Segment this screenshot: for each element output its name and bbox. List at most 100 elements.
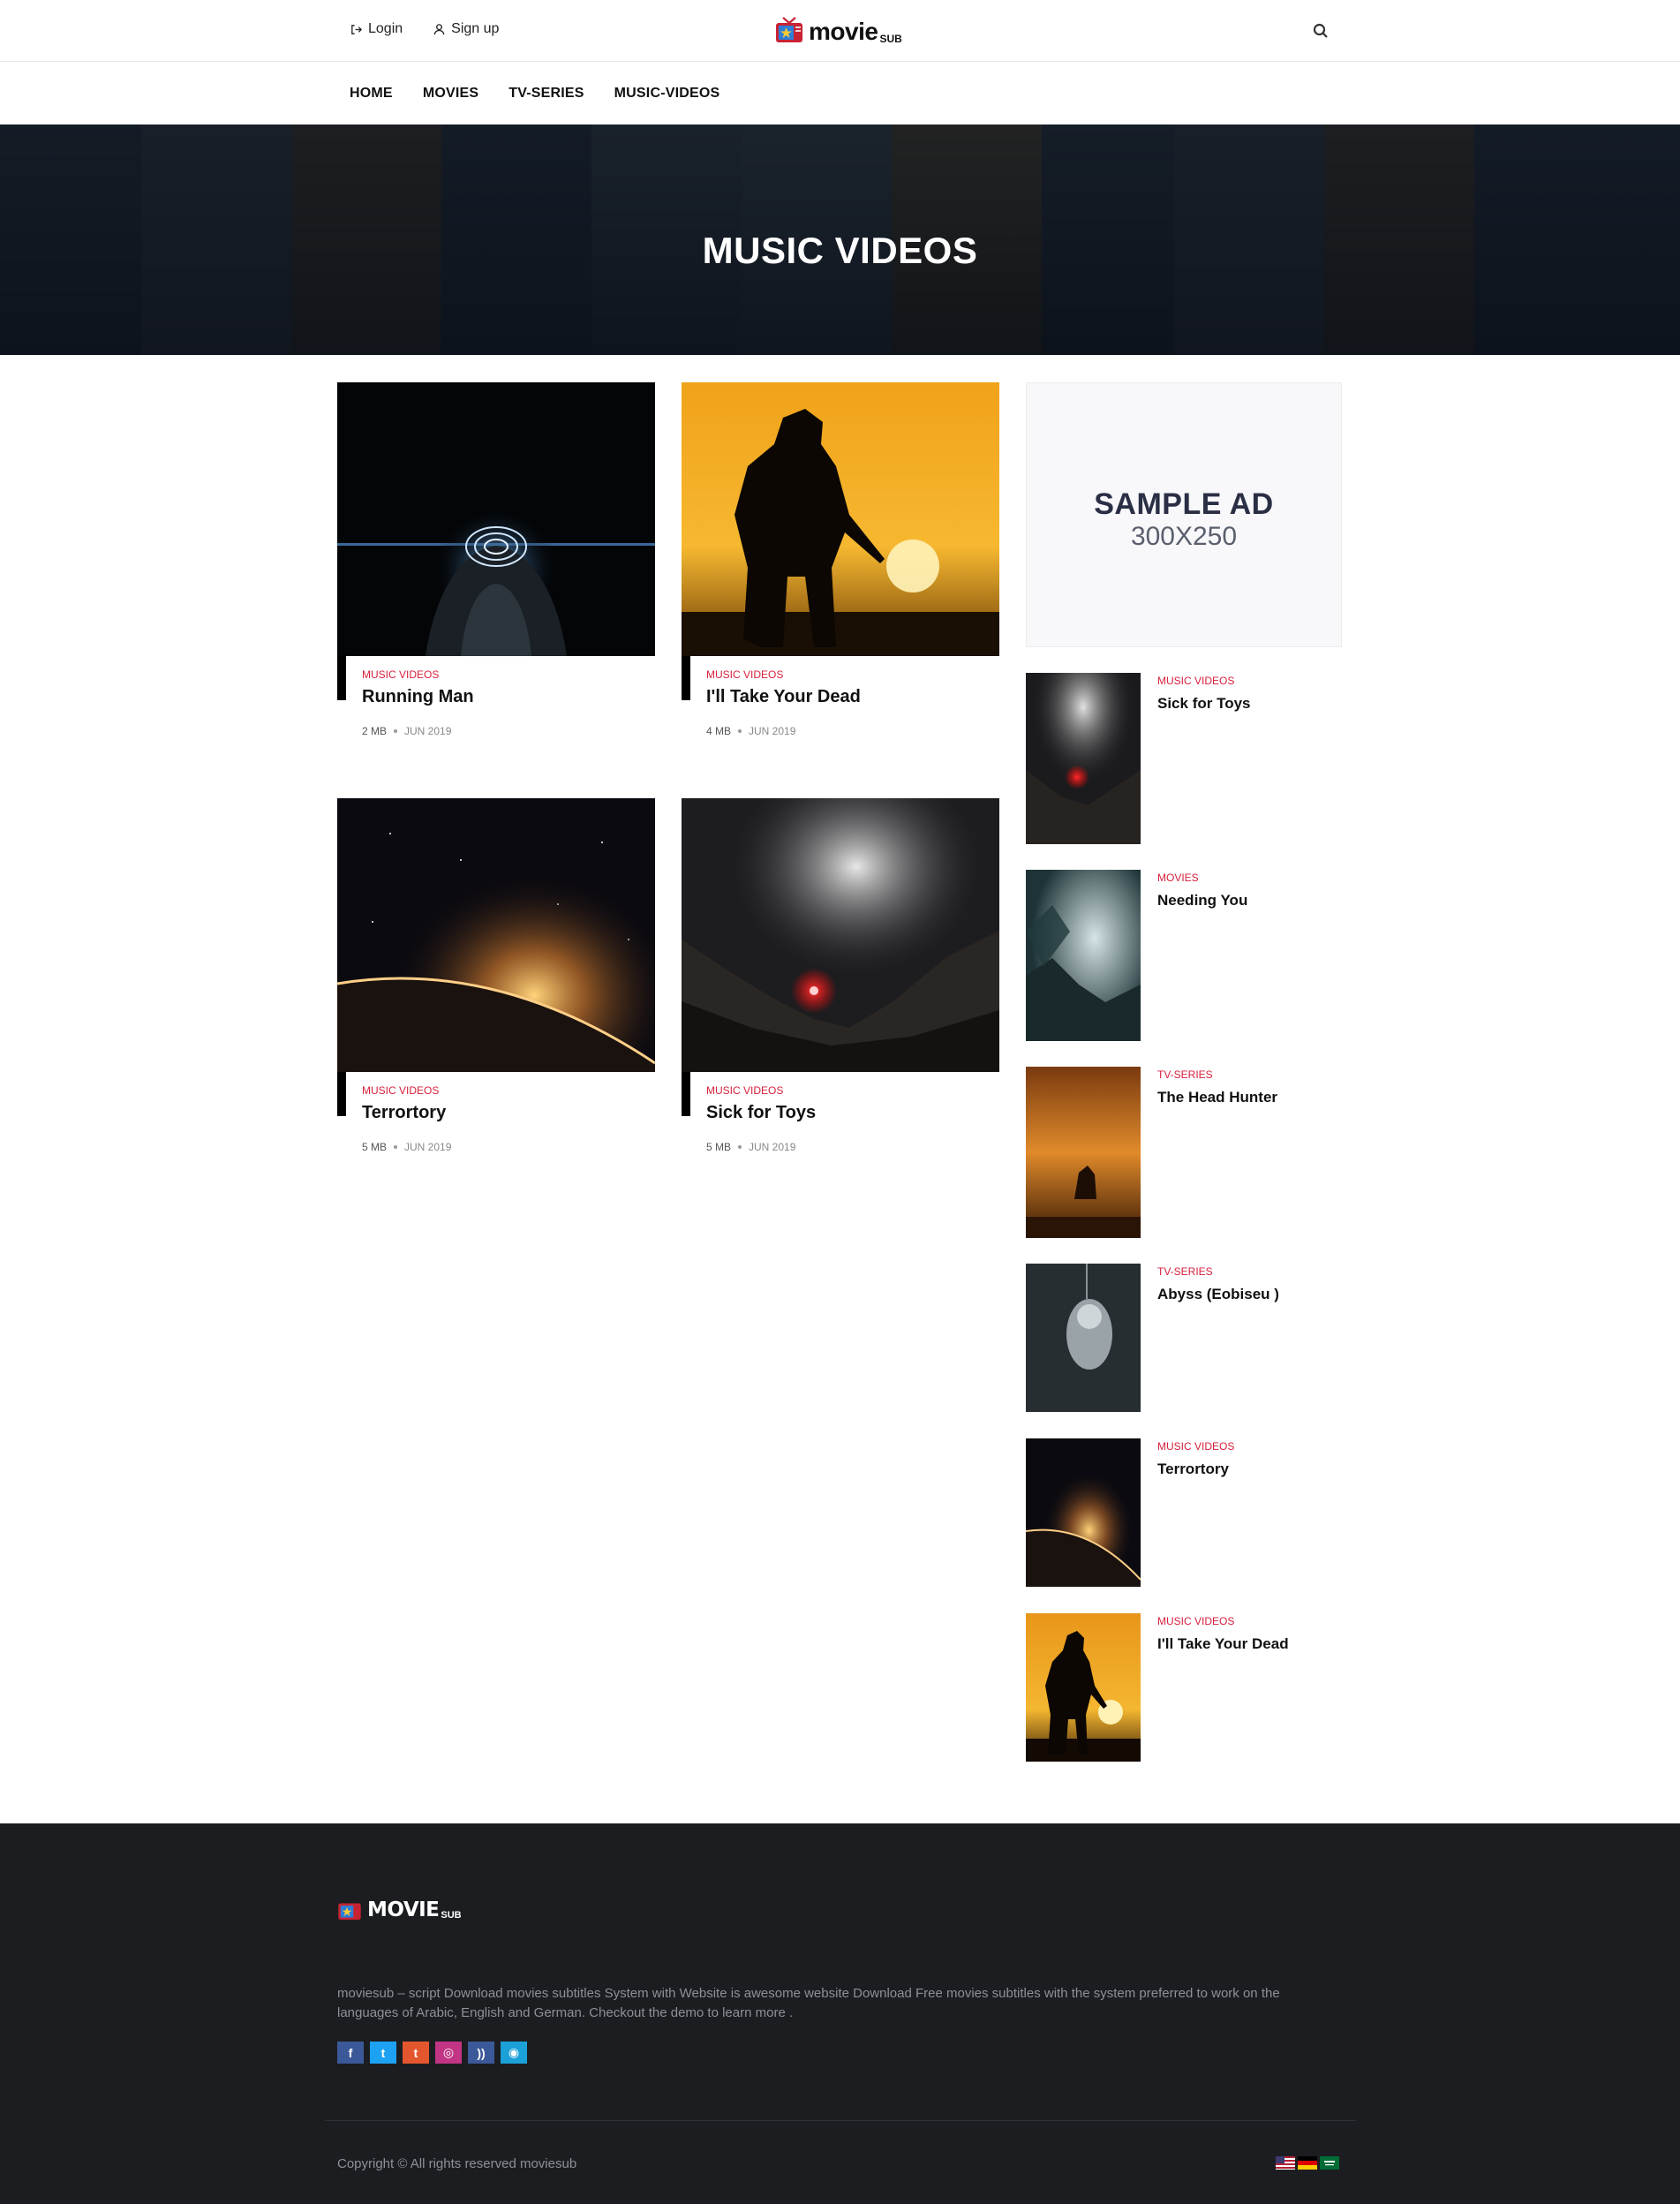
sidebar-title[interactable]: Needing You [1157, 892, 1247, 910]
sidebar-category[interactable]: MOVIES [1157, 872, 1199, 884]
site-footer: MOVIE SUB moviesub – script Download mov… [0, 1823, 1680, 2204]
sample-ad[interactable]: SAMPLE AD 300X250 [1026, 382, 1342, 647]
nav-item-music-videos[interactable]: MUSIC-VIDEOS [614, 86, 720, 102]
sidebar-category[interactable]: MUSIC VIDEOS [1157, 1440, 1234, 1453]
search-icon[interactable] [1312, 22, 1330, 40]
login-link[interactable]: Login [350, 21, 403, 37]
card-category[interactable]: MUSIC VIDEOS [706, 668, 783, 681]
top-bar: Login Sign up movie SUB [0, 0, 1680, 62]
video-card[interactable]: MUSIC VIDEOS Sick for Toys 5 MB JUN 2019 [682, 798, 999, 1153]
sidebar-thumbnail[interactable] [1026, 1438, 1141, 1587]
nav-item-home[interactable]: HOME [350, 86, 393, 102]
instagram-icon[interactable]: ◎ [435, 2042, 462, 2064]
card-meta: 5 MB JUN 2019 [362, 1141, 451, 1153]
card-thumbnail[interactable] [337, 798, 655, 1072]
card-category[interactable]: MUSIC VIDEOS [362, 668, 439, 681]
release-date: JUN 2019 [404, 725, 452, 737]
rss-icon[interactable]: )) [468, 2042, 494, 2064]
release-date: JUN 2019 [749, 725, 796, 737]
soldier-sunset-poster [682, 382, 999, 656]
head-hunter-poster [1026, 1067, 1141, 1238]
sidebar-category[interactable]: MUSIC VIDEOS [1157, 675, 1234, 687]
tumblr-icon[interactable]: t [403, 2042, 429, 2064]
other-social-icon[interactable]: ◉ [501, 2042, 527, 2064]
site-logo[interactable]: movie SUB [775, 16, 902, 44]
abyss-poster [1026, 1264, 1141, 1412]
card-accent-bar [337, 1072, 346, 1116]
card-thumbnail[interactable] [337, 382, 655, 656]
tv-logo-icon [776, 17, 802, 42]
sidebar-category[interactable]: TV-SERIES [1157, 1265, 1213, 1278]
copyright-text: Copyright © All rights reserved moviesub [337, 2156, 577, 2171]
sidebar-title[interactable]: Terrortory [1157, 1461, 1229, 1478]
card-thumbnail[interactable] [682, 798, 999, 1072]
logo-sub: SUB [879, 33, 902, 45]
sidebar-title[interactable]: I'll Take Your Dead [1157, 1635, 1289, 1653]
sidebar-title[interactable]: Abyss (Eobiseu ) [1157, 1286, 1279, 1303]
nav-item-tv-series[interactable]: TV-SERIES [509, 86, 584, 102]
sidebar-thumbnail[interactable] [1026, 1613, 1141, 1762]
card-meta: 4 MB JUN 2019 [706, 725, 795, 737]
video-card[interactable]: MUSIC VIDEOS Terrortory 5 MB JUN 2019 [337, 798, 655, 1153]
card-category[interactable]: MUSIC VIDEOS [362, 1084, 439, 1097]
needing-you-poster [1026, 870, 1141, 1041]
sidebar-title[interactable]: Sick for Toys [1157, 695, 1251, 713]
video-card[interactable]: MUSIC VIDEOS I'll Take Your Dead 4 MB JU… [682, 382, 999, 737]
card-accent-bar [337, 656, 346, 700]
meta-separator [738, 1145, 742, 1149]
card-category[interactable]: MUSIC VIDEOS [706, 1084, 783, 1097]
sidebar-title[interactable]: The Head Hunter [1157, 1089, 1277, 1106]
nav-item-movies[interactable]: MOVIES [423, 86, 478, 102]
card-thumbnail[interactable] [682, 382, 999, 656]
release-date: JUN 2019 [404, 1141, 452, 1153]
signup-link[interactable]: Sign up [433, 21, 499, 37]
sidebar-thumbnail[interactable] [1026, 870, 1141, 1041]
page-title: MUSIC VIDEOS [702, 230, 978, 271]
sidebar-thumbnail[interactable] [1026, 1067, 1141, 1238]
main-nav: HOME MOVIES TV-SERIES MUSIC-VIDEOS [0, 63, 1680, 125]
auth-links: Login Sign up [350, 21, 499, 37]
video-card[interactable]: MUSIC VIDEOS Running Man 2 MB JUN 2019 [337, 382, 655, 737]
sidebar-category[interactable]: TV-SERIES [1157, 1068, 1213, 1081]
red-flare-poster [1026, 673, 1141, 844]
card-meta: 2 MB JUN 2019 [362, 725, 451, 737]
running-man-poster [337, 382, 655, 656]
twitter-icon[interactable]: t [370, 2042, 396, 2064]
release-date: JUN 2019 [749, 1141, 796, 1153]
soldier-sunset-poster [1026, 1613, 1141, 1762]
sidebar-thumbnail[interactable] [1026, 1264, 1141, 1412]
social-links: f t t ◎ )) ◉ [337, 2042, 527, 2064]
user-icon [433, 23, 445, 34]
card-meta: 5 MB JUN 2019 [706, 1141, 795, 1153]
red-flare-poster [682, 798, 999, 1072]
meta-separator [738, 729, 742, 733]
ad-line-2: 300X250 [1130, 522, 1238, 551]
nav-list: HOME MOVIES TV-SERIES MUSIC-VIDEOS [350, 86, 719, 102]
language-flags [1276, 2156, 1339, 2170]
card-title[interactable]: I'll Take Your Dead [706, 687, 861, 707]
login-label: Login [368, 21, 403, 36]
meta-separator [394, 1145, 398, 1149]
germany-flag-icon[interactable] [1298, 2156, 1317, 2170]
hero-banner: MUSIC VIDEOS [0, 125, 1680, 355]
planet-sunrise-poster [337, 798, 655, 1072]
sidebar-thumbnail[interactable] [1026, 673, 1141, 844]
card-accent-bar [682, 656, 690, 700]
card-title[interactable]: Sick for Toys [706, 1103, 816, 1123]
card-accent-bar [682, 1072, 690, 1116]
footer-divider [325, 2120, 1356, 2121]
sidebar-category[interactable]: MUSIC VIDEOS [1157, 1615, 1234, 1627]
saudi-flag-icon[interactable] [1320, 2156, 1339, 2170]
signup-label: Sign up [451, 21, 500, 36]
footer-description: moviesub – script Download movies subtit… [337, 1986, 1280, 2020]
file-size: 5 MB [706, 1141, 732, 1153]
card-title[interactable]: Running Man [362, 687, 474, 707]
footer-logo[interactable]: MOVIE SUB [337, 1900, 462, 1921]
login-icon [351, 24, 363, 34]
card-title[interactable]: Terrortory [362, 1103, 446, 1123]
footer-logo-sub: SUB [441, 1910, 462, 1921]
facebook-icon[interactable]: f [337, 2042, 364, 2064]
ad-line-1: SAMPLE AD [1094, 487, 1274, 521]
us-flag-icon[interactable] [1276, 2156, 1295, 2170]
meta-separator [394, 729, 398, 733]
